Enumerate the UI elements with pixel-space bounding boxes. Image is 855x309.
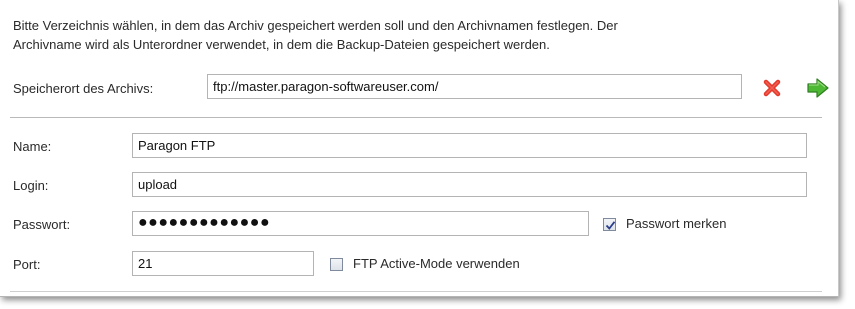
password-input[interactable]: ●●●●●●●●●●●●●: [132, 211, 589, 236]
password-label: Passwort:: [13, 217, 71, 232]
remember-password-checkbox[interactable]: [603, 218, 616, 231]
name-label: Name:: [13, 139, 52, 154]
checkmark-icon: [605, 221, 616, 230]
red-x-icon[interactable]: [762, 78, 782, 101]
ftp-active-mode-label[interactable]: FTP Active-Mode verwenden: [353, 256, 520, 271]
login-input[interactable]: upload: [132, 172, 807, 197]
archive-location-input[interactable]: ftp://master.paragon-softwareuser.com/: [207, 74, 742, 99]
instructions-line-1: Bitte Verzeichnis wählen, in dem das Arc…: [13, 18, 618, 33]
archive-location-label: Speicherort des Archivs:: [13, 81, 154, 96]
separator-bottom: [10, 291, 822, 292]
ftp-settings-panel: Bitte Verzeichnis wählen, in dem das Arc…: [0, 0, 839, 297]
separator-top: [10, 117, 822, 118]
remember-password-label[interactable]: Passwort merken: [626, 216, 726, 231]
instructions-line-2: Archivname wird als Unterordner verwende…: [13, 37, 550, 52]
name-input[interactable]: Paragon FTP: [132, 133, 807, 158]
port-label: Port:: [13, 257, 41, 272]
instructions-text: Bitte Verzeichnis wählen, in dem das Arc…: [13, 16, 823, 54]
port-input[interactable]: 21: [132, 251, 314, 276]
ftp-active-mode-checkbox[interactable]: [330, 258, 343, 271]
green-arrow-right-icon[interactable]: [806, 77, 830, 102]
login-label: Login:: [13, 178, 49, 193]
